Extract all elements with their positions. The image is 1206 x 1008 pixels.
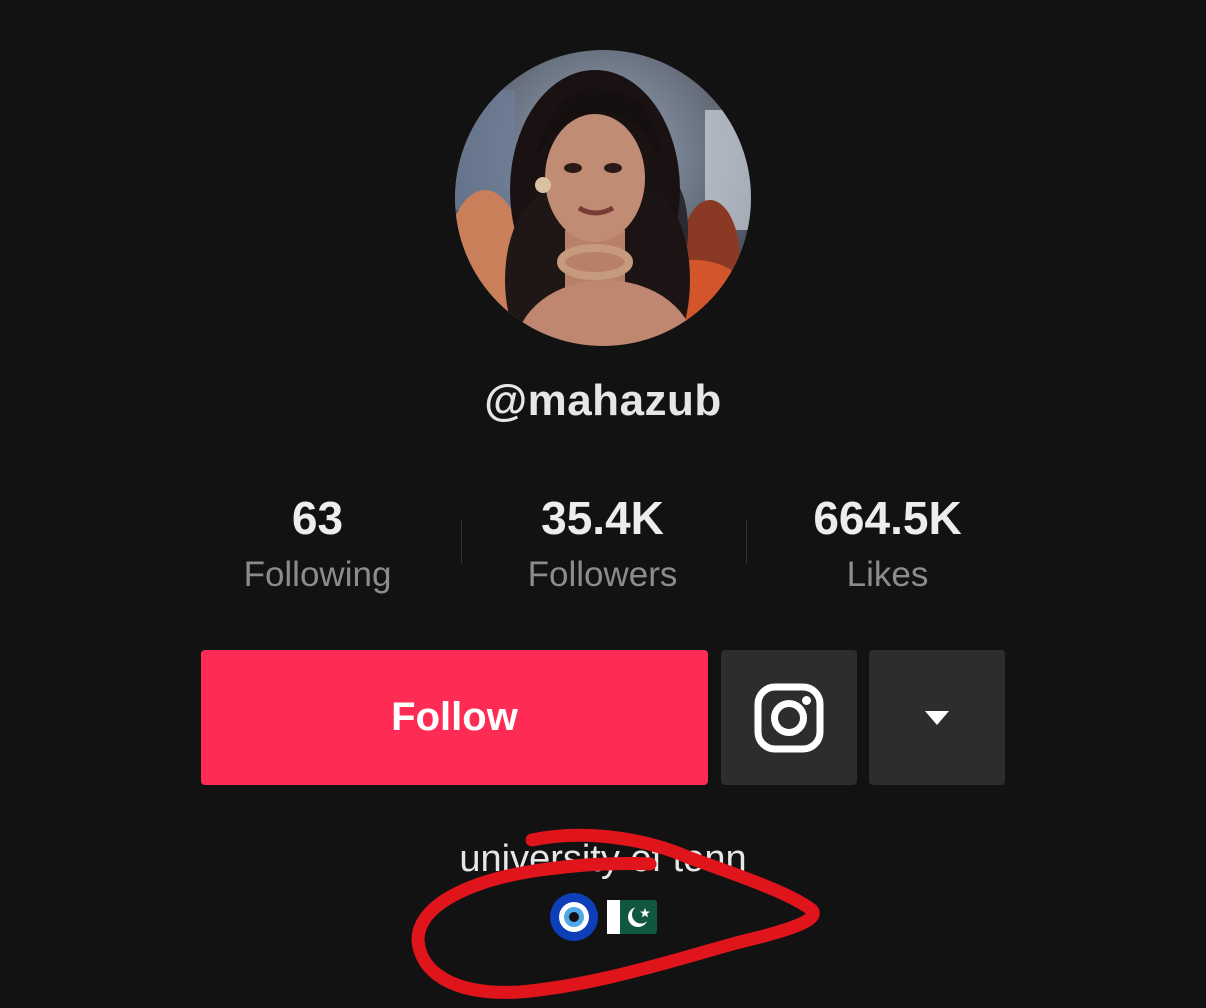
profile-photo bbox=[455, 50, 751, 346]
stat-divider bbox=[746, 520, 747, 564]
stat-label: Likes bbox=[846, 555, 929, 594]
stat-following[interactable]: 63 Following bbox=[175, 490, 460, 610]
username: @mahazub bbox=[484, 376, 722, 425]
stat-divider bbox=[461, 520, 462, 564]
caret-down-icon bbox=[925, 710, 949, 725]
follow-button[interactable]: Follow bbox=[201, 650, 708, 785]
stat-label: Followers bbox=[527, 555, 678, 594]
stat-label: Following bbox=[243, 555, 392, 594]
avatar[interactable] bbox=[455, 50, 751, 346]
stat-value: 35.4K bbox=[541, 492, 664, 544]
stat-value: 664.5K bbox=[813, 492, 962, 544]
bio-emoji-row bbox=[0, 892, 1206, 941]
stat-likes: 664.5K Likes bbox=[745, 490, 1030, 610]
stats-row: 63 Following 35.4K Followers 664.5K Like… bbox=[175, 490, 1031, 610]
nazar-amulet-emoji bbox=[550, 893, 598, 941]
pakistan-flag-emoji bbox=[607, 900, 657, 934]
bio-text: university of tenn bbox=[459, 838, 747, 880]
instagram-icon bbox=[754, 683, 824, 752]
stat-value: 63 bbox=[291, 492, 344, 544]
instagram-button[interactable] bbox=[721, 650, 857, 785]
more-options-button[interactable] bbox=[869, 650, 1005, 785]
profile-header: @mahazub 63 Following 35.4K Followers 66… bbox=[0, 0, 1206, 1008]
stat-followers[interactable]: 35.4K Followers bbox=[460, 490, 745, 610]
